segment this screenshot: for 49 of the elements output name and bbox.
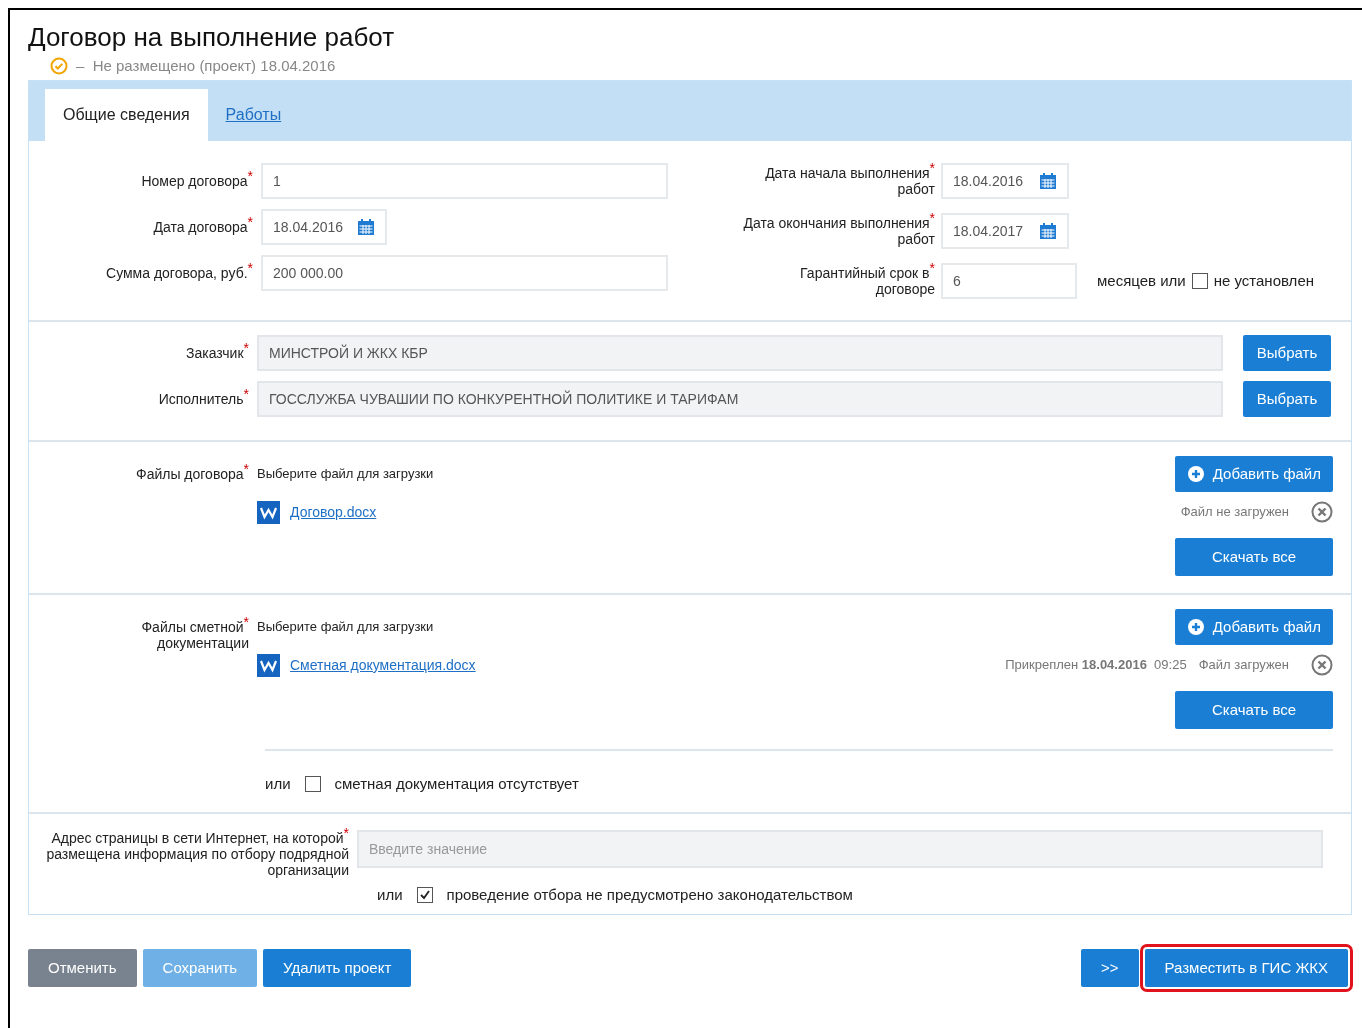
checkbox-label: сметная документация отсутствует xyxy=(334,774,579,794)
document-icon xyxy=(257,653,280,677)
action-button[interactable]: Отменить xyxy=(28,949,137,987)
hint-text: Выберите файл для загрузки xyxy=(257,618,434,637)
checkbox[interactable] xyxy=(416,886,433,903)
status-text: – Не размещено (проект) 18.04.2016 xyxy=(76,55,336,76)
close-icon[interactable] xyxy=(1311,654,1333,676)
document-icon xyxy=(257,500,280,524)
or-text: или xyxy=(377,884,403,905)
action-button[interactable]: Удалить проект xyxy=(263,949,412,987)
file-link[interactable]: Сметная документация.docx xyxy=(290,654,476,676)
add-file-button[interactable]: Добавить файл xyxy=(1174,456,1333,492)
input-field[interactable]: МИНСТРОЙ И ЖКХ КБР xyxy=(257,335,1223,371)
file-status-text: Файл не загружен xyxy=(1180,503,1289,522)
calendar-icon[interactable] xyxy=(357,218,375,236)
input-field[interactable]: Введите значение xyxy=(357,829,1323,868)
calendar-icon[interactable] xyxy=(1039,172,1057,190)
tab[interactable]: Работы xyxy=(215,89,292,141)
attached-text: Прикреплен 18.04.2016 09:25 xyxy=(1005,656,1187,675)
date-field[interactable]: 18.04.2016 xyxy=(261,209,387,245)
checkbox[interactable] xyxy=(304,776,321,793)
date-field[interactable]: 18.04.2016 xyxy=(941,163,1069,199)
input-field[interactable]: 1 xyxy=(261,163,668,199)
input-field[interactable]: ГОССЛУЖБА ЧУВАШИИ ПО КОНКУРЕНТНОЙ ПОЛИТИКЕ И ТАРИФАМ xyxy=(257,381,1223,417)
download-all-button[interactable]: Скачать все xyxy=(1175,691,1333,729)
file-link[interactable]: Договор.docx xyxy=(290,501,377,523)
close-icon[interactable] xyxy=(1311,501,1333,523)
file-status-text: Файл загружен xyxy=(1198,656,1289,675)
action-button[interactable]: Сохранить xyxy=(142,949,258,987)
input-field[interactable]: 6 xyxy=(941,263,1077,299)
hint-text: Выберите файл для загрузки xyxy=(257,465,434,484)
or-text: или xyxy=(265,774,291,794)
page-title: Договор на выполнение работ xyxy=(28,21,396,52)
check-circle-icon xyxy=(50,57,68,75)
suffix-text: месяцев или xyxy=(1097,270,1186,291)
input-field[interactable]: 200 000.00 xyxy=(261,255,668,291)
checkbox[interactable] xyxy=(1191,273,1208,289)
date-field[interactable]: 18.04.2017 xyxy=(941,213,1069,249)
tab[interactable]: Общие сведения xyxy=(45,89,208,141)
select-button[interactable]: Выбрать xyxy=(1243,381,1331,417)
checkbox-label: не установлен xyxy=(1213,270,1314,291)
add-file-button[interactable]: Добавить файл xyxy=(1174,609,1333,645)
select-button[interactable]: Выбрать xyxy=(1243,335,1331,371)
calendar-icon[interactable] xyxy=(1039,222,1057,240)
action-button[interactable]: >> xyxy=(1081,949,1139,987)
checkbox-label: проведение отбора не предусмотрено законодательством xyxy=(446,884,853,905)
download-all-button[interactable]: Скачать все xyxy=(1175,538,1333,576)
plus-circle-icon xyxy=(1186,465,1205,483)
plus-circle-icon xyxy=(1186,618,1205,636)
